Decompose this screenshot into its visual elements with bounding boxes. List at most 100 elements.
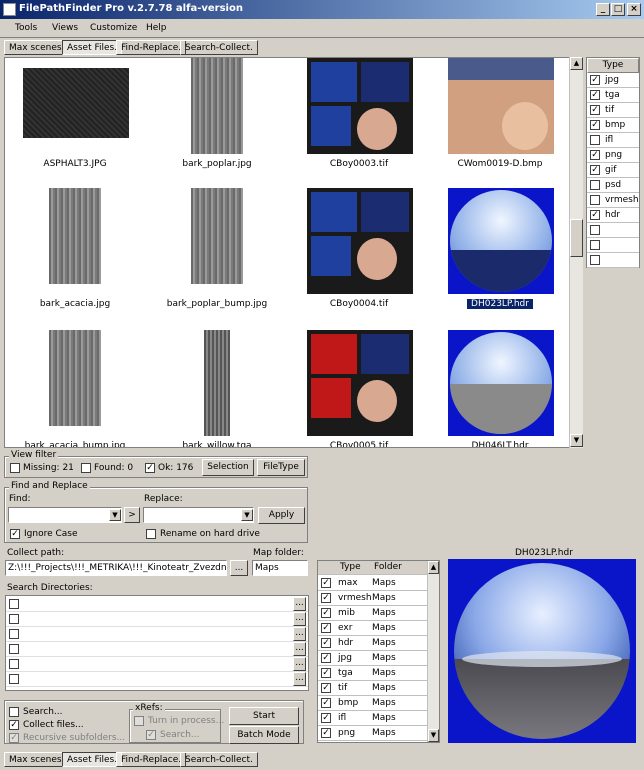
type-column-header[interactable]: Type <box>340 562 361 572</box>
type-checkbox[interactable] <box>590 180 600 190</box>
directory-checkbox[interactable] <box>9 599 19 609</box>
type-checkbox[interactable]: ✓ <box>590 105 600 115</box>
map-table-row[interactable]: ✓ mib Maps <box>318 606 428 621</box>
ok-checkbox[interactable]: ✓ <box>145 463 155 473</box>
directory-checkbox[interactable] <box>9 614 19 624</box>
map-table-row[interactable]: ✓ exr Maps <box>318 621 428 636</box>
map-type-checkbox[interactable]: ✓ <box>321 608 331 618</box>
map-type-checkbox[interactable]: ✓ <box>321 593 331 603</box>
directory-checkbox[interactable] <box>9 674 19 684</box>
apply-button[interactable]: Apply <box>258 507 305 524</box>
menu-tools[interactable]: Tools <box>15 23 37 33</box>
scroll-down-icon[interactable]: ▼ <box>570 434 583 447</box>
search-directory-row[interactable]: ... <box>6 672 308 687</box>
map-table-row[interactable]: ✓ hdr Maps <box>318 636 428 651</box>
directory-checkbox[interactable] <box>9 644 19 654</box>
tab-max-scenes[interactable]: Max scenes. <box>4 40 70 55</box>
thumbnail-gallery[interactable]: ASPHALT3.JPG bark_poplar.jpg CBoy0003.tif… <box>4 57 572 448</box>
folder-column-header[interactable]: Folder <box>374 562 402 572</box>
bottom-tab-find-replace[interactable]: Find-Replace. <box>116 752 187 767</box>
search-directory-row[interactable]: ... <box>6 612 308 627</box>
type-checkbox[interactable] <box>590 240 600 250</box>
map-folder-input[interactable]: Maps <box>252 560 308 576</box>
bottom-tab-search-collect[interactable]: Search-Collect. <box>180 752 258 767</box>
directory-browse-button[interactable]: ... <box>293 642 306 656</box>
type-filter-table[interactable]: Type ✓ jpg ✓ tga ✓ tif ✓ bmp ifl ✓ png ✓ gif … <box>586 57 640 268</box>
type-filter-row[interactable] <box>587 223 639 238</box>
menu-views[interactable]: Views <box>52 23 78 33</box>
copy-find-button[interactable]: > <box>124 507 140 523</box>
replace-combobox[interactable]: ▼ <box>143 507 254 523</box>
tab-search-collect[interactable]: Search-Collect. <box>180 40 258 55</box>
directory-checkbox[interactable] <box>9 629 19 639</box>
tab-find-replace[interactable]: Find-Replace. <box>116 40 187 55</box>
type-filter-row[interactable]: ✓ bmp <box>587 118 639 133</box>
type-checkbox[interactable]: ✓ <box>590 150 600 160</box>
type-checkbox[interactable]: ✓ <box>590 165 600 175</box>
map-table-row[interactable]: ✓ vrmesh Maps <box>318 591 428 606</box>
scroll-thumb[interactable] <box>570 219 583 257</box>
map-type-checkbox[interactable]: ✓ <box>321 578 331 588</box>
replace-dropdown-icon[interactable]: ▼ <box>241 509 253 521</box>
map-table-row[interactable]: ✓ tga Maps <box>318 666 428 681</box>
map-table-row[interactable]: ✓ ifl Maps <box>318 711 428 726</box>
map-table-row[interactable]: ✓ tif Maps <box>318 681 428 696</box>
type-filter-row[interactable]: ✓ gif <box>587 163 639 178</box>
map-type-checkbox[interactable]: ✓ <box>321 683 331 693</box>
map-type-checkbox[interactable]: ✓ <box>321 638 331 648</box>
gallery-scrollbar[interactable]: ▲ ▼ <box>569 57 583 448</box>
type-checkbox[interactable] <box>590 195 600 205</box>
bottom-tab-asset-files[interactable]: Asset Files. <box>62 752 123 767</box>
map-type-checkbox[interactable]: ✓ <box>321 698 331 708</box>
map-type-checkbox[interactable]: ✓ <box>321 728 331 738</box>
map-table-row[interactable]: ✓ png Maps <box>318 726 428 741</box>
map-table-row[interactable]: ✓ bmp Maps <box>318 696 428 711</box>
type-checkbox[interactable]: ✓ <box>590 75 600 85</box>
type-checkbox[interactable]: ✓ <box>590 90 600 100</box>
directory-browse-button[interactable]: ... <box>293 627 306 641</box>
type-checkbox[interactable]: ✓ <box>590 210 600 220</box>
type-filter-row[interactable]: psd <box>587 178 639 193</box>
menu-help[interactable]: Help <box>146 23 167 33</box>
scroll-up-icon[interactable]: ▲ <box>570 57 583 70</box>
type-column-header[interactable]: Type <box>587 58 639 73</box>
filetype-button[interactable]: FileType <box>257 459 305 476</box>
close-button[interactable]: × <box>627 3 641 16</box>
bottom-tab-max-scenes[interactable]: Max scenes. <box>4 752 70 767</box>
collect-files-checkbox[interactable]: ✓ <box>9 720 19 730</box>
map-table-scrollbar[interactable]: ▲ ▼ <box>427 561 439 742</box>
maximize-button[interactable]: □ <box>611 3 625 16</box>
map-type-checkbox[interactable]: ✓ <box>321 623 331 633</box>
find-dropdown-icon[interactable]: ▼ <box>109 509 121 521</box>
map-type-checkbox[interactable]: ✓ <box>321 713 331 723</box>
directory-browse-button[interactable]: ... <box>293 597 306 611</box>
selection-button[interactable]: Selection <box>202 459 254 476</box>
batch-mode-button[interactable]: Batch Mode <box>229 726 299 744</box>
search-directory-row[interactable]: ... <box>6 657 308 672</box>
missing-checkbox[interactable] <box>10 463 20 473</box>
type-checkbox[interactable]: ✓ <box>590 120 600 130</box>
xref-search-checkbox[interactable]: ✓ <box>146 730 156 740</box>
recursive-checkbox[interactable]: ✓ <box>9 733 19 743</box>
collect-path-input[interactable]: Z:\!!!_Projects\!!!_METRIKA\!!!_Kinoteat… <box>5 560 227 576</box>
menu-customize[interactable]: Customize <box>90 23 137 33</box>
rename-checkbox[interactable] <box>146 529 156 539</box>
search-checkbox[interactable] <box>9 707 19 717</box>
type-filter-row[interactable]: ✓ tga <box>587 88 639 103</box>
map-folder-table[interactable]: Type Folder ✓ max Maps ✓ vrmesh Maps ✓ mib… <box>317 560 440 743</box>
type-filter-row[interactable]: vrmesh <box>587 193 639 208</box>
directory-checkbox[interactable] <box>9 659 19 669</box>
map-scroll-up-icon[interactable]: ▲ <box>428 561 439 574</box>
search-directories-list[interactable]: ... ... ... ... ... ... <box>5 595 309 691</box>
type-filter-row[interactable]: ✓ png <box>587 148 639 163</box>
turn-in-process-checkbox[interactable] <box>134 716 144 726</box>
type-filter-row[interactable] <box>587 253 639 268</box>
type-filter-row[interactable] <box>587 238 639 253</box>
start-button[interactable]: Start <box>229 707 299 725</box>
map-table-row[interactable]: ✓ max Maps <box>318 576 428 591</box>
directory-browse-button[interactable]: ... <box>293 612 306 626</box>
minimize-button[interactable]: _ <box>596 3 610 16</box>
search-directory-row[interactable]: ... <box>6 597 308 612</box>
type-filter-row[interactable]: ✓ jpg <box>587 73 639 88</box>
map-scroll-down-icon[interactable]: ▼ <box>428 729 439 742</box>
